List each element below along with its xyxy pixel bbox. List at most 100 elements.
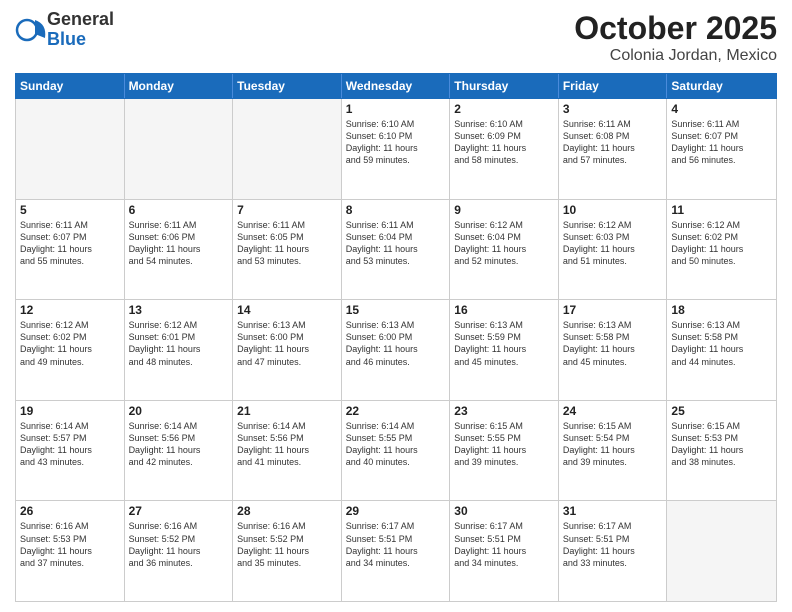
logo-icon [15,14,47,46]
calendar-row: 12 Sunrise: 6:12 AM Sunset: 6:02 PM Dayli… [16,300,776,401]
day-number: 22 [346,404,446,418]
calendar-cell: 29 Sunrise: 6:17 AM Sunset: 5:51 PM Dayli… [342,501,451,601]
calendar-body: 1 Sunrise: 6:10 AM Sunset: 6:10 PM Daylig… [15,99,777,602]
cell-info: Sunrise: 6:12 AM Sunset: 6:02 PM Dayligh… [671,219,772,268]
cell-info: Sunrise: 6:15 AM Sunset: 5:55 PM Dayligh… [454,420,554,469]
cell-info: Sunrise: 6:12 AM Sunset: 6:01 PM Dayligh… [129,319,229,368]
calendar-cell [233,99,342,199]
calendar-cell: 27Sunrise: 6:16 AM Sunset: 5:52 PM Dayli… [125,501,234,601]
calendar-cell: 24 Sunrise: 6:15 AM Sunset: 5:54 PM Dayli… [559,401,668,501]
day-number: 30 [454,504,554,518]
cell-info: Sunrise: 6:14 AM Sunset: 5:57 PM Dayligh… [20,420,120,469]
location: Colonia Jordan, Mexico [574,47,777,65]
calendar-cell: 13 Sunrise: 6:12 AM Sunset: 6:01 PM Dayli… [125,300,234,400]
calendar-cell: 1 Sunrise: 6:10 AM Sunset: 6:10 PM Daylig… [342,99,451,199]
calendar-cell: 9Sunrise: 6:12 AM Sunset: 6:04 PM Daylig… [450,200,559,300]
day-number: 15 [346,303,446,317]
header: General Blue October 2025 Colonia Jordan… [15,10,777,65]
calendar-cell: 7 Sunrise: 6:11 AM Sunset: 6:05 PM Daylig… [233,200,342,300]
calendar-cell: 3 Sunrise: 6:11 AM Sunset: 6:08 PM Daylig… [559,99,668,199]
calendar-cell: 25Sunrise: 6:15 AM Sunset: 5:53 PM Dayli… [667,401,776,501]
weekday-header: Wednesday [342,74,451,98]
day-number: 21 [237,404,337,418]
day-number: 24 [563,404,663,418]
calendar-cell: 21 Sunrise: 6:14 AM Sunset: 5:56 PM Dayli… [233,401,342,501]
cell-info: Sunrise: 6:14 AM Sunset: 5:55 PM Dayligh… [346,420,446,469]
cell-info: Sunrise: 6:15 AM Sunset: 5:53 PM Dayligh… [671,420,772,469]
day-number: 4 [671,102,772,116]
calendar-cell: 8Sunrise: 6:11 AM Sunset: 6:04 PM Daylig… [342,200,451,300]
day-number: 10 [563,203,663,217]
day-number: 16 [454,303,554,317]
calendar-cell: 19 Sunrise: 6:14 AM Sunset: 5:57 PM Dayli… [16,401,125,501]
calendar-cell: 10Sunrise: 6:12 AM Sunset: 6:03 PM Dayli… [559,200,668,300]
calendar-cell: 6Sunrise: 6:11 AM Sunset: 6:06 PM Daylig… [125,200,234,300]
cell-info: Sunrise: 6:13 AM Sunset: 6:00 PM Dayligh… [237,319,337,368]
day-number: 28 [237,504,337,518]
calendar-cell: 28 Sunrise: 6:16 AM Sunset: 5:52 PM Dayli… [233,501,342,601]
weekday-header: Friday [559,74,668,98]
calendar-cell: 18Sunrise: 6:13 AM Sunset: 5:58 PM Dayli… [667,300,776,400]
calendar-cell: 26Sunrise: 6:16 AM Sunset: 5:53 PM Dayli… [16,501,125,601]
calendar-cell: 4 Sunrise: 6:11 AM Sunset: 6:07 PM Daylig… [667,99,776,199]
day-number: 1 [346,102,446,116]
calendar-cell: 20Sunrise: 6:14 AM Sunset: 5:56 PM Dayli… [125,401,234,501]
calendar-cell: 2Sunrise: 6:10 AM Sunset: 6:09 PM Daylig… [450,99,559,199]
calendar-cell: 5 Sunrise: 6:11 AM Sunset: 6:07 PM Daylig… [16,200,125,300]
cell-info: Sunrise: 6:10 AM Sunset: 6:09 PM Dayligh… [454,118,554,167]
logo: General Blue [15,10,114,50]
cell-info: Sunrise: 6:16 AM Sunset: 5:52 PM Dayligh… [237,520,337,569]
day-number: 23 [454,404,554,418]
cell-info: Sunrise: 6:10 AM Sunset: 6:10 PM Dayligh… [346,118,446,167]
page-container: General Blue October 2025 Colonia Jordan… [0,0,792,612]
day-number: 17 [563,303,663,317]
calendar-cell: 16 Sunrise: 6:13 AM Sunset: 5:59 PM Dayli… [450,300,559,400]
calendar-cell: 14 Sunrise: 6:13 AM Sunset: 6:00 PM Dayli… [233,300,342,400]
day-number: 20 [129,404,229,418]
logo-blue: Blue [47,30,114,50]
cell-info: Sunrise: 6:13 AM Sunset: 6:00 PM Dayligh… [346,319,446,368]
day-number: 19 [20,404,120,418]
cell-info: Sunrise: 6:17 AM Sunset: 5:51 PM Dayligh… [346,520,446,569]
cell-info: Sunrise: 6:17 AM Sunset: 5:51 PM Dayligh… [563,520,663,569]
day-number: 5 [20,203,120,217]
logo-general: General [47,10,114,30]
day-number: 29 [346,504,446,518]
calendar-cell: 30 Sunrise: 6:17 AM Sunset: 5:51 PM Dayli… [450,501,559,601]
calendar-cell: 31 Sunrise: 6:17 AM Sunset: 5:51 PM Dayli… [559,501,668,601]
cell-info: Sunrise: 6:12 AM Sunset: 6:04 PM Dayligh… [454,219,554,268]
cell-info: Sunrise: 6:11 AM Sunset: 6:08 PM Dayligh… [563,118,663,167]
day-number: 26 [20,504,120,518]
day-number: 3 [563,102,663,116]
day-number: 12 [20,303,120,317]
cell-info: Sunrise: 6:11 AM Sunset: 6:07 PM Dayligh… [671,118,772,167]
cell-info: Sunrise: 6:11 AM Sunset: 6:06 PM Dayligh… [129,219,229,268]
cell-info: Sunrise: 6:12 AM Sunset: 6:02 PM Dayligh… [20,319,120,368]
weekday-header: Thursday [450,74,559,98]
cell-info: Sunrise: 6:17 AM Sunset: 5:51 PM Dayligh… [454,520,554,569]
weekday-header: Saturday [667,74,776,98]
day-number: 13 [129,303,229,317]
calendar-cell: 22 Sunrise: 6:14 AM Sunset: 5:55 PM Dayli… [342,401,451,501]
day-number: 31 [563,504,663,518]
weekday-header: Tuesday [233,74,342,98]
calendar: SundayMondayTuesdayWednesdayThursdayFrid… [15,73,777,602]
day-number: 11 [671,203,772,217]
calendar-cell: 17Sunrise: 6:13 AM Sunset: 5:58 PM Dayli… [559,300,668,400]
calendar-row: 5 Sunrise: 6:11 AM Sunset: 6:07 PM Daylig… [16,200,776,301]
cell-info: Sunrise: 6:15 AM Sunset: 5:54 PM Dayligh… [563,420,663,469]
cell-info: Sunrise: 6:13 AM Sunset: 5:58 PM Dayligh… [671,319,772,368]
day-number: 7 [237,203,337,217]
calendar-row: 26Sunrise: 6:16 AM Sunset: 5:53 PM Dayli… [16,501,776,601]
day-number: 14 [237,303,337,317]
day-number: 27 [129,504,229,518]
calendar-row: 19 Sunrise: 6:14 AM Sunset: 5:57 PM Dayli… [16,401,776,502]
calendar-header: SundayMondayTuesdayWednesdayThursdayFrid… [15,73,777,99]
cell-info: Sunrise: 6:11 AM Sunset: 6:07 PM Dayligh… [20,219,120,268]
cell-info: Sunrise: 6:14 AM Sunset: 5:56 PM Dayligh… [237,420,337,469]
calendar-cell: 15 Sunrise: 6:13 AM Sunset: 6:00 PM Dayli… [342,300,451,400]
day-number: 8 [346,203,446,217]
cell-info: Sunrise: 6:13 AM Sunset: 5:59 PM Dayligh… [454,319,554,368]
calendar-cell: 23 Sunrise: 6:15 AM Sunset: 5:55 PM Dayli… [450,401,559,501]
cell-info: Sunrise: 6:11 AM Sunset: 6:05 PM Dayligh… [237,219,337,268]
